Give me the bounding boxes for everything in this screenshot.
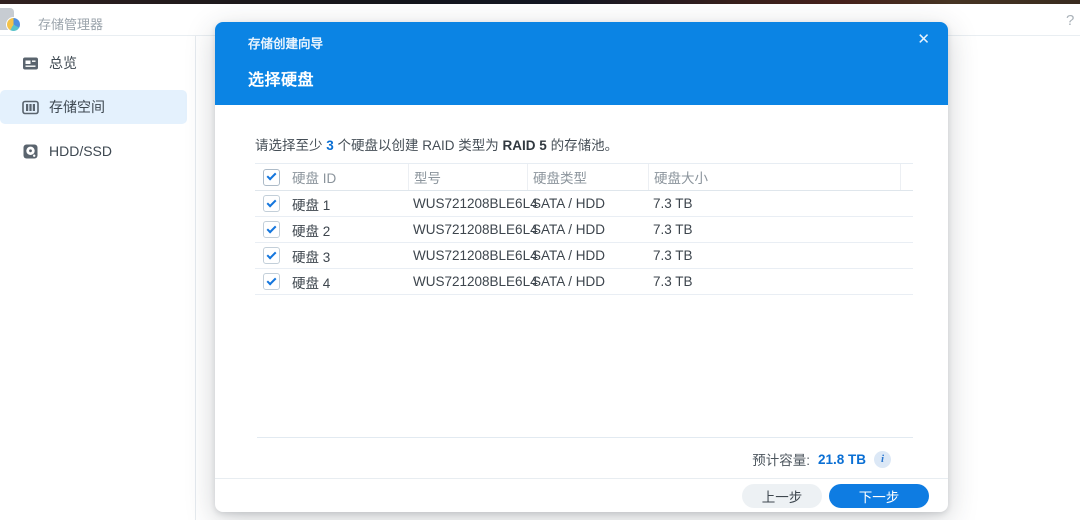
row-checkbox-cell: [255, 221, 287, 238]
disk-type: SATA / HDD: [527, 196, 648, 211]
row-checkbox[interactable]: [263, 195, 280, 212]
estimated-capacity: 预计容量: 21.8 TB i: [752, 449, 891, 469]
sidebar: 总览 存储空间 HDD/SSD: [0, 36, 196, 520]
capacity-divider: [257, 437, 913, 438]
checkmark-icon: [266, 223, 276, 233]
disk-icon: [22, 143, 39, 160]
sidebar-item-label: HDD/SSD: [49, 143, 112, 159]
header-checkbox-cell: [255, 164, 287, 190]
table-header-row: 硬盘 ID 型号 硬盘类型 硬盘大小: [255, 164, 913, 191]
help-icon[interactable]: ?: [1066, 12, 1080, 29]
capacity-label: 预计容量:: [752, 449, 810, 469]
column-header-spacer: [900, 164, 913, 190]
dialog-title: 存储创建向导: [248, 33, 323, 52]
disk-type: SATA / HDD: [527, 222, 648, 237]
column-header-disk-size[interactable]: 硬盘大小: [648, 164, 900, 190]
disk-id: 硬盘 2: [287, 220, 408, 240]
info-icon[interactable]: i: [874, 451, 891, 468]
overview-icon: [22, 55, 39, 72]
checkmark-icon: [266, 249, 276, 259]
checkmark-icon: [266, 275, 276, 285]
row-checkbox[interactable]: [263, 247, 280, 264]
raid-type: RAID 5: [503, 138, 547, 153]
instruction-middle: 个硬盘以创建 RAID 类型为: [334, 138, 503, 153]
app-title: 存储管理器: [38, 14, 103, 33]
column-header-disk-type[interactable]: 硬盘类型: [527, 164, 648, 190]
dialog-body: 请选择至少 3 个硬盘以创建 RAID 类型为 RAID 5 的存储池。 硬盘 …: [215, 105, 948, 512]
disk-size: 7.3 TB: [648, 274, 900, 289]
dialog-header: 存储创建向导 ✕ 选择硬盘: [215, 22, 948, 105]
disk-size: 7.3 TB: [648, 248, 900, 263]
checkmark-icon: [266, 197, 276, 207]
pie-chart-icon: [6, 17, 21, 32]
column-header-model[interactable]: 型号: [408, 164, 527, 190]
table-row[interactable]: 硬盘 1 WUS721208BLE6L4 SATA / HDD 7.3 TB: [255, 191, 913, 217]
row-checkbox[interactable]: [263, 273, 280, 290]
disk-id: 硬盘 1: [287, 194, 408, 214]
instruction-suffix: 的存储池。: [547, 138, 618, 153]
dialog-footer: 上一步 下一步: [215, 478, 948, 512]
sidebar-item-storage-pool[interactable]: 存储空间: [0, 90, 187, 124]
next-step-button[interactable]: 下一步: [829, 484, 929, 508]
disk-model: WUS721208BLE6L4: [408, 222, 527, 237]
storage-creation-wizard-dialog: 存储创建向导 ✕ 选择硬盘 请选择至少 3 个硬盘以创建 RAID 类型为 RA…: [215, 22, 948, 512]
table-row[interactable]: 硬盘 3 WUS721208BLE6L4 SATA / HDD 7.3 TB: [255, 243, 913, 269]
disk-type: SATA / HDD: [527, 248, 648, 263]
disk-model: WUS721208BLE6L4: [408, 196, 527, 211]
close-icon[interactable]: ✕: [917, 30, 930, 50]
disk-id: 硬盘 4: [287, 272, 408, 292]
disk-model: WUS721208BLE6L4: [408, 274, 527, 289]
row-checkbox-cell: [255, 273, 287, 290]
instruction-prefix: 请选择至少: [255, 138, 326, 153]
sidebar-item-label: 存储空间: [49, 97, 105, 117]
storage-pool-icon: [22, 99, 39, 116]
instruction-text: 请选择至少 3 个硬盘以创建 RAID 类型为 RAID 5 的存储池。: [255, 134, 618, 154]
checkmark-icon: [266, 171, 276, 181]
row-checkbox-cell: [255, 247, 287, 264]
disk-type: SATA / HDD: [527, 274, 648, 289]
disk-size: 7.3 TB: [648, 222, 900, 237]
table-row[interactable]: 硬盘 2 WUS721208BLE6L4 SATA / HDD 7.3 TB: [255, 217, 913, 243]
disk-model: WUS721208BLE6L4: [408, 248, 527, 263]
table-row[interactable]: 硬盘 4 WUS721208BLE6L4 SATA / HDD 7.3 TB: [255, 269, 913, 295]
disk-size: 7.3 TB: [648, 196, 900, 211]
sidebar-item-overview[interactable]: 总览: [0, 46, 187, 80]
min-disk-count: 3: [326, 138, 334, 153]
previous-step-button[interactable]: 上一步: [742, 484, 822, 508]
sidebar-item-hdd-ssd[interactable]: HDD/SSD: [0, 134, 187, 168]
column-header-disk-id[interactable]: 硬盘 ID: [287, 164, 408, 190]
step-heading: 选择硬盘: [248, 66, 314, 90]
row-checkbox[interactable]: [263, 221, 280, 238]
select-all-checkbox[interactable]: [263, 169, 280, 186]
disk-id: 硬盘 3: [287, 246, 408, 266]
storage-manager-app-icon: [0, 8, 20, 32]
disk-table: 硬盘 ID 型号 硬盘类型 硬盘大小 硬盘 1 WUS721208BLE6L4 …: [255, 163, 913, 295]
row-checkbox-cell: [255, 195, 287, 212]
capacity-value: 21.8 TB: [818, 452, 866, 467]
sidebar-item-label: 总览: [49, 53, 77, 73]
